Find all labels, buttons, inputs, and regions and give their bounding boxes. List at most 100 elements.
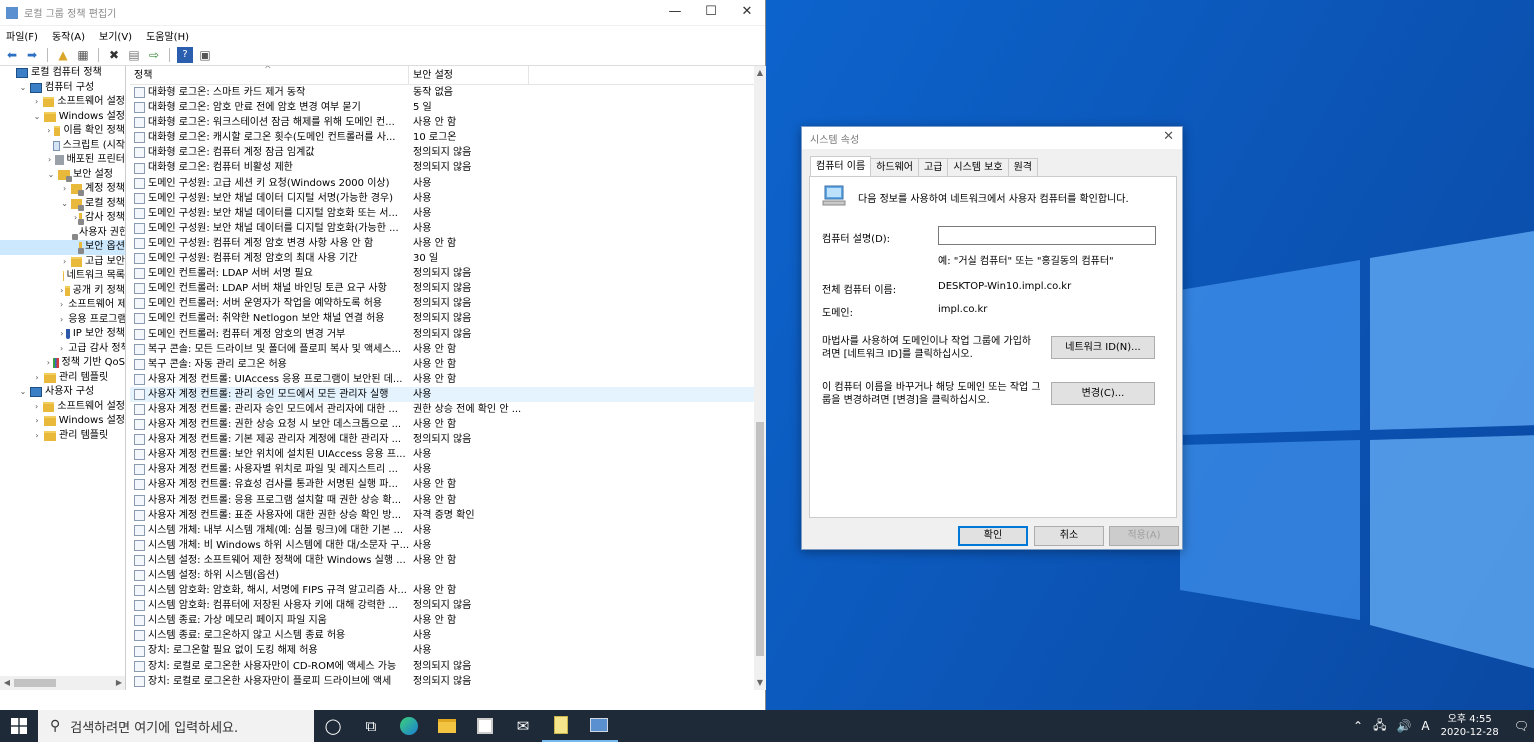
ime-indicator[interactable]: A <box>1421 719 1429 733</box>
table-row[interactable]: 시스템 종료: 가상 메모리 페이지 파일 지움 사용 안 함 <box>130 613 754 628</box>
task-view-icon[interactable]: ⧉ <box>352 710 390 742</box>
table-row[interactable]: 도메인 컨트롤러: 서버 운영자가 작업을 예약하도록 허용 정의되지 않음 <box>130 296 754 311</box>
show-hide-tree-icon[interactable]: ▦ <box>75 47 91 63</box>
back-arrow-icon[interactable]: ⬅ <box>4 47 20 63</box>
cortana-icon[interactable]: ◯ <box>314 710 352 742</box>
chevron-right-icon[interactable]: › <box>60 284 63 299</box>
chevron-right-icon[interactable]: › <box>32 400 41 415</box>
list-vertical-scrollbar[interactable]: ▲ ▼ <box>754 66 766 690</box>
chevron-right-icon[interactable]: › <box>60 182 69 197</box>
table-row[interactable]: 장치: 로컬로 로그온한 사용자만이 CD-ROM에 액세스 가능 정의되지 않음 <box>130 659 754 674</box>
up-folder-icon[interactable]: ▲ <box>55 47 71 63</box>
change-button[interactable]: 변경(C)... <box>1051 382 1155 405</box>
chevron-right-icon[interactable]: › <box>46 124 52 139</box>
table-row[interactable]: 사용자 계정 컨트롤: 보안 위치에 설치된 UIAccess 응용 프... 사… <box>130 447 754 462</box>
tree-node[interactable]: 네트워크 목록 <box>0 269 125 284</box>
taskbar-search-box[interactable]: ⚲ 검색하려면 여기에 입력하세요. <box>38 710 314 742</box>
tab-hardware[interactable]: 하드웨어 <box>870 158 919 176</box>
chevron-down-icon[interactable]: ⌄ <box>46 168 56 183</box>
table-row[interactable]: 도메인 컨트롤러: 취약한 Netlogon 보안 채널 연결 허용 정의되지 않… <box>130 311 754 326</box>
tree-node[interactable]: › 소프트웨어 제한 <box>0 298 125 313</box>
column-header-setting[interactable]: 보안 설정 <box>409 66 529 84</box>
tab-computer-name[interactable]: 컴퓨터 이름 <box>810 156 872 176</box>
tree-node[interactable]: › 고급 보안 <box>0 255 125 270</box>
tree-node[interactable]: › 관리 템플릿 <box>0 429 125 444</box>
tree-node[interactable]: 보안 옵션 <box>0 240 125 255</box>
system-app-icon[interactable] <box>580 710 618 742</box>
chevron-right-icon[interactable]: › <box>32 95 41 110</box>
chevron-right-icon[interactable]: › <box>60 342 63 357</box>
scroll-up-icon[interactable]: ▲ <box>753 66 767 80</box>
table-row[interactable]: 시스템 종료: 로그온하지 않고 시스템 종료 허용 사용 <box>130 628 754 643</box>
close-icon[interactable]: ✕ <box>1163 129 1174 144</box>
table-row[interactable]: 도메인 컨트롤러: LDAP 서버 채널 바인딩 토큰 요구 사항 정의되지 않음 <box>130 281 754 296</box>
table-row[interactable]: 도메인 구성원: 고급 세션 키 요청(Windows 2000 이상) 사용 <box>130 176 754 191</box>
tree-node[interactable]: 로컬 컴퓨터 정책 <box>0 66 125 81</box>
tree-node[interactable]: › 이름 확인 정책 <box>0 124 125 139</box>
table-row[interactable]: 시스템 암호화: 컴퓨터에 저장된 사용자 키에 대해 강력한 ... 정의되지 … <box>130 598 754 613</box>
notification-icon[interactable]: 🗨 <box>1514 719 1529 733</box>
table-row[interactable]: 사용자 계정 컨트롤: 사용자별 위치로 파일 및 레지스트리 ... 사용 <box>130 462 754 477</box>
menu-action[interactable]: 동작(A) <box>52 28 85 43</box>
chevron-right-icon[interactable]: › <box>74 211 77 226</box>
tree-node[interactable]: ⌄ Windows 설정 <box>0 110 125 125</box>
table-row[interactable]: 사용자 계정 컨트롤: 관리자 승인 모드에서 관리자에 대한 ... 권한 상승… <box>130 402 754 417</box>
chevron-right-icon[interactable]: › <box>46 356 51 371</box>
minimize-icon[interactable]: — <box>657 0 693 26</box>
table-row[interactable]: 사용자 계정 컨트롤: 관리 승인 모드에서 모든 관리자 실행 사용 <box>130 386 754 402</box>
table-row[interactable]: 대화형 로그온: 암호 만료 전에 암호 변경 여부 묻기 5 일 <box>130 100 754 115</box>
table-row[interactable]: 사용자 계정 컨트롤: 권한 상승 요청 시 보안 데스크톱으로 ... 사용 안… <box>130 417 754 432</box>
store-icon[interactable] <box>466 710 504 742</box>
tree-node[interactable]: › 고급 감사 정책 <box>0 342 125 357</box>
menu-help[interactable]: 도움말(H) <box>146 28 189 43</box>
table-row[interactable]: 장치: 로컬로 로그온한 사용자만이 플로피 드라이브에 액세 정의되지 않음 <box>130 674 754 689</box>
tab-advanced[interactable]: 고급 <box>918 158 949 176</box>
table-row[interactable]: 시스템 개체: 내부 시스템 개체(예: 심볼 링크)에 대한 기본 ... 사용 <box>130 523 754 538</box>
table-row[interactable]: 시스템 암호화: 암호화, 해시, 서명에 FIPS 규격 알고리즘 사... 사… <box>130 583 754 598</box>
menu-view[interactable]: 보기(V) <box>99 28 132 43</box>
tree-node[interactable]: ⌄ 컴퓨터 구성 <box>0 81 125 96</box>
table-row[interactable]: 사용자 계정 컨트롤: 응용 프로그램 설치할 때 권한 상승 확... 사용 안… <box>130 493 754 508</box>
tree-node[interactable]: › IP 보안 정책 <box>0 327 125 342</box>
forward-arrow-icon[interactable]: ➡ <box>24 47 40 63</box>
table-row[interactable]: 도메인 컨트롤러: LDAP 서버 서명 필요 정의되지 않음 <box>130 266 754 281</box>
table-row[interactable]: 대화형 로그온: 컴퓨터 계정 잠금 임계값 정의되지 않음 <box>130 145 754 160</box>
table-row[interactable]: 도메인 컨트롤러: 컴퓨터 계정 암호의 변경 거부 정의되지 않음 <box>130 327 754 342</box>
table-row[interactable]: 대화형 로그온: 캐시할 로그온 횟수(도메인 컨트롤러를 사... 10 로그온 <box>130 130 754 145</box>
chevron-down-icon[interactable]: ⌄ <box>32 110 42 125</box>
tree-node[interactable]: › Windows 설정 <box>0 414 125 429</box>
export-list-icon[interactable]: ⇨ <box>146 47 162 63</box>
chevron-down-icon[interactable]: ⌄ <box>18 385 28 400</box>
tree-node[interactable]: › 감사 정책 <box>0 211 125 226</box>
tree-node[interactable]: › 관리 템플릿 <box>0 371 125 386</box>
computer-description-input[interactable] <box>938 226 1156 245</box>
chevron-right-icon[interactable]: › <box>46 153 53 168</box>
file-explorer-icon[interactable] <box>428 710 466 742</box>
tree-node[interactable]: ⌄ 사용자 구성 <box>0 385 125 400</box>
tree-node[interactable]: 스크립트 (시작 <box>0 139 125 154</box>
mail-icon[interactable]: ✉ <box>504 710 542 742</box>
chevron-right-icon[interactable]: › <box>32 414 42 429</box>
table-row[interactable]: 장치: 로그온할 필요 없이 도킹 해제 허용 사용 <box>130 643 754 658</box>
tree-horizontal-scrollbar[interactable]: ◀ ▶ <box>0 676 125 690</box>
chevron-right-icon[interactable]: › <box>32 429 42 444</box>
cancel-button[interactable]: 취소 <box>1034 526 1104 546</box>
scroll-thumb[interactable] <box>14 679 56 687</box>
tree-node[interactable]: 사용자 권한 <box>0 226 125 241</box>
table-row[interactable]: 도메인 구성원: 보안 채널 데이터 디지털 서명(가능한 경우) 사용 <box>130 191 754 206</box>
chevron-right-icon[interactable]: › <box>60 327 64 342</box>
table-row[interactable]: 도메인 구성원: 보안 채널 데이터를 디지털 암호화 또는 서... 사용 <box>130 206 754 221</box>
tree-node[interactable]: › 응용 프로그램 <box>0 313 125 328</box>
properties-icon[interactable]: ▤ <box>126 47 142 63</box>
tree-node[interactable]: › 정책 기반 QoS <box>0 356 125 371</box>
dialog-title-bar[interactable]: 시스템 속성 ✕ <box>802 127 1182 149</box>
apply-button[interactable]: 적용(A) <box>1109 526 1179 546</box>
tree-node[interactable]: › 배포된 프린터 <box>0 153 125 168</box>
chevron-right-icon[interactable]: › <box>60 298 63 313</box>
column-header-policy[interactable]: 정책 ^ <box>130 66 409 84</box>
volume-icon[interactable]: 🔊 <box>1396 719 1411 733</box>
tree-node[interactable]: ⌄ 보안 설정 <box>0 168 125 183</box>
ok-button[interactable]: 확인 <box>958 526 1028 546</box>
delete-icon[interactable]: ✖ <box>106 47 122 63</box>
chevron-up-icon[interactable]: ⌃ <box>1353 719 1363 733</box>
